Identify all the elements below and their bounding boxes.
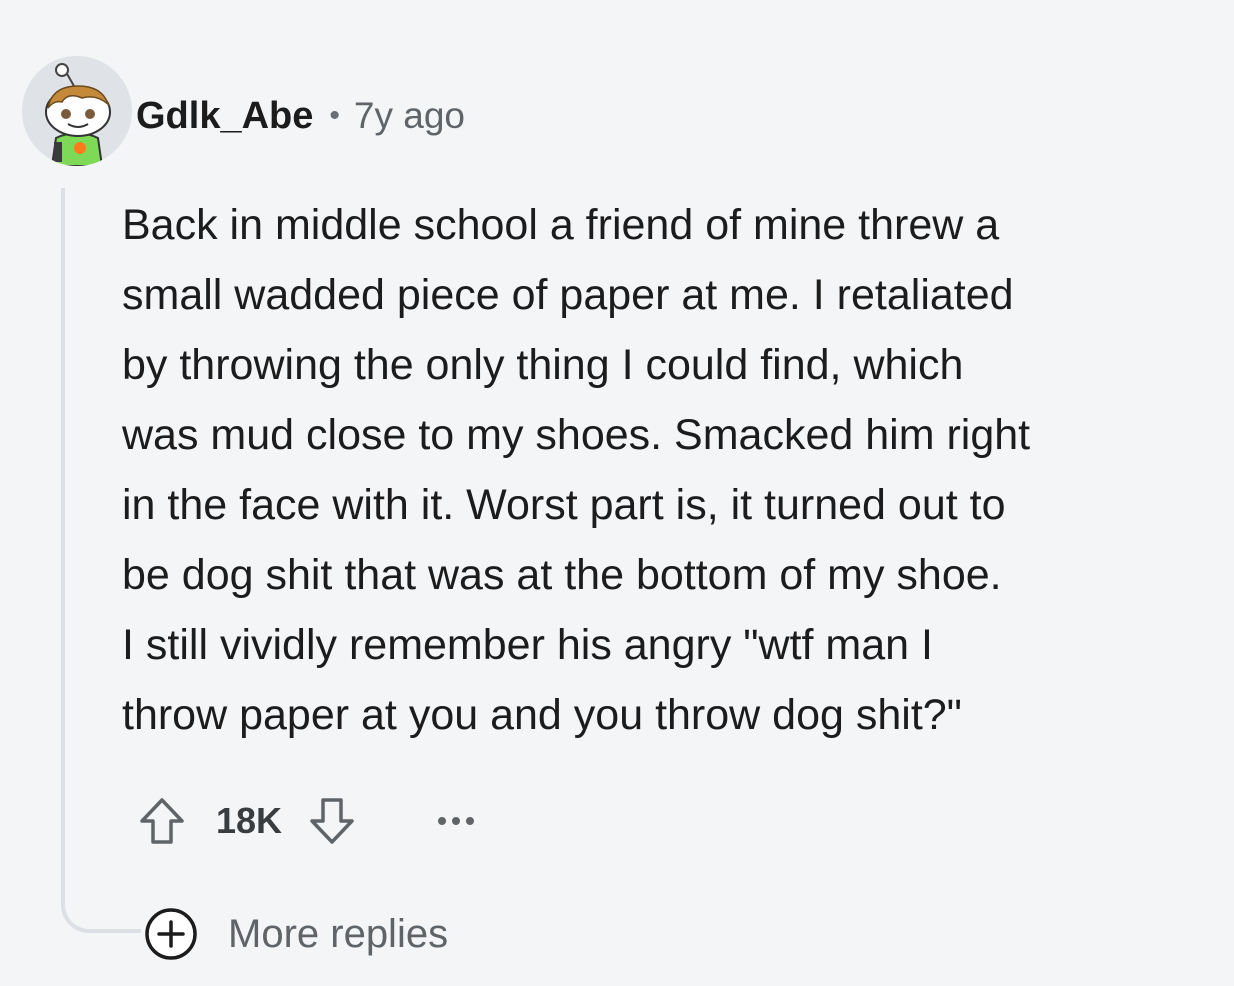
ellipsis-icon <box>438 817 475 825</box>
comment-body: Back in middle school a friend of mine t… <box>122 190 1207 750</box>
comment-body-line: small wadded piece of paper at me. I ret… <box>122 271 1014 319</box>
downvote-arrow-icon <box>310 798 354 844</box>
vote-score: 18K <box>216 800 283 841</box>
separator-dot: • <box>329 99 340 132</box>
username[interactable]: Gdlk_Abe <box>136 95 313 138</box>
more-replies-button[interactable]: More replies <box>144 905 448 963</box>
comment-body-line: was mud close to my shoes. Smacked him r… <box>122 411 1031 459</box>
upvote-button[interactable] <box>134 790 190 852</box>
comment-body-line: by throwing the only thing I could find,… <box>122 341 964 389</box>
avatar[interactable] <box>22 56 132 166</box>
comment-body-line: I still vividly remember his angry "wtf … <box>122 621 933 669</box>
comment-body-line: Back in middle school a friend of mine t… <box>122 201 1000 249</box>
plus-circle-container <box>144 907 198 961</box>
more-replies-label: More replies <box>228 911 449 956</box>
comment: Gdlk_Abe • 7y ago Back in middle school … <box>0 0 1234 986</box>
plus-circle-icon <box>145 908 197 960</box>
comment-body-line: in the face with it. Worst part is, it t… <box>122 481 1006 529</box>
snoo-avatar-icon <box>22 56 132 166</box>
comment-actions: 18K <box>134 790 482 852</box>
downvote-button[interactable] <box>304 790 360 852</box>
comment-header: Gdlk_Abe • 7y ago <box>136 88 465 144</box>
more-options-button[interactable] <box>430 790 482 852</box>
upvote-arrow-icon <box>140 798 184 844</box>
timestamp[interactable]: 7y ago <box>354 95 465 137</box>
comment-body-line: be dog shit that was at the bottom of my… <box>122 551 1002 599</box>
comment-body-line: throw paper at you and you throw dog shi… <box>122 691 962 739</box>
